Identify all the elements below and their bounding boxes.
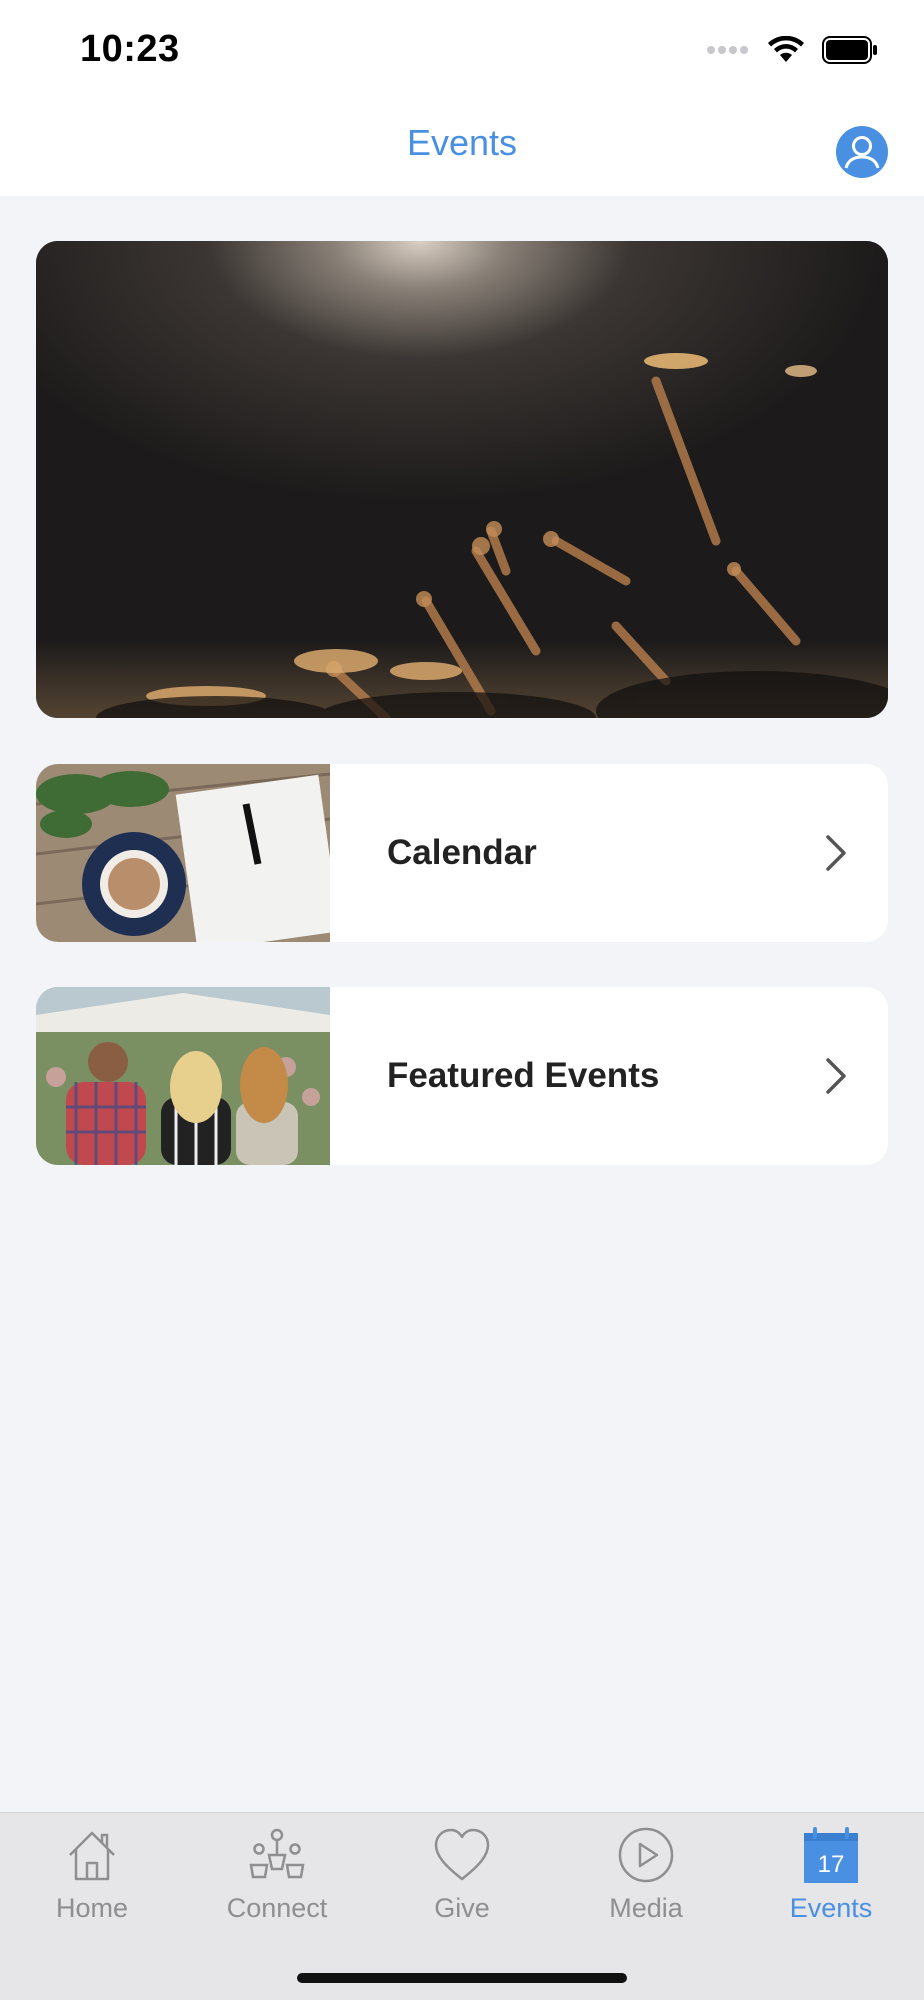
navigation-bar: Events [0,100,924,196]
house-icon [69,1831,115,1881]
tab-connect-label: Connect [226,1893,328,1923]
events-screen: 10:23 Events Calendar Featured Events Ho… [0,0,924,2000]
calendar-date-text: 17 [818,1851,845,1878]
people-group-icon [249,1828,305,1879]
signal-dots-icon [707,46,748,54]
tab-events[interactable]: 17 Events [739,1813,923,1943]
tab-home[interactable]: Home [0,1813,184,1943]
tab-connect[interactable]: Connect [185,1813,369,1943]
concert-crowd-photo [36,241,888,718]
tab-give-label: Give [434,1893,490,1923]
people-at-outdoor-festival-photo [36,987,330,1165]
tab-bar: Home Connect Give Media 17 Events [0,1812,924,2000]
calendar-icon: 17 [804,1827,858,1883]
featured-events-menu-item[interactable]: Featured Events [36,987,888,1165]
chevron-right-icon [826,835,846,871]
heart-icon [434,1828,490,1881]
wifi-icon [768,36,804,62]
tab-media[interactable]: Media [554,1813,738,1943]
featured-events-label: Featured Events [387,1056,660,1095]
battery-icon [822,36,877,64]
status-time: 10:23 [80,28,180,70]
page-title: Events [406,122,518,163]
coffee-and-notebook-photo [36,764,330,942]
calendar-menu-item[interactable]: Calendar [36,764,888,942]
tab-events-label: Events [789,1893,873,1923]
calendar-label: Calendar [387,833,537,872]
status-icons [706,34,878,66]
tab-give[interactable]: Give [370,1813,554,1943]
status-bar: 10:23 [0,0,924,100]
chevron-right-icon [826,1058,846,1094]
home-indicator [297,1973,627,1983]
hero-banner-image[interactable] [36,241,888,718]
user-profile-icon[interactable] [836,126,888,178]
play-circle-icon [618,1827,674,1883]
tab-media-label: Media [609,1893,683,1923]
tab-home-label: Home [55,1893,129,1923]
